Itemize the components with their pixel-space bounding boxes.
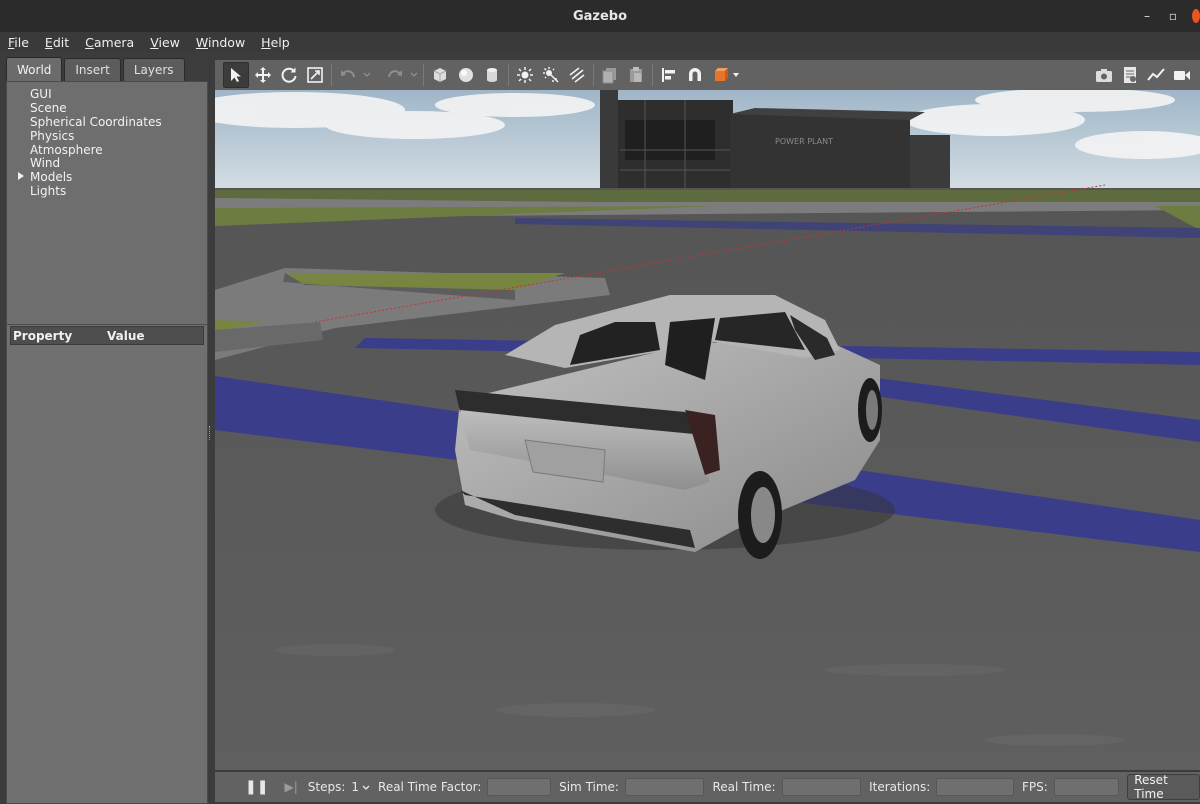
value-column-header: Value [107, 328, 145, 343]
copy-icon[interactable] [598, 63, 622, 87]
align-icon[interactable] [657, 63, 681, 87]
maximize-button[interactable]: ▫ [1160, 0, 1186, 32]
steps-dropdown-icon[interactable] [362, 780, 370, 794]
record-video-icon[interactable] [1170, 63, 1194, 87]
expand-arrow-icon[interactable] [18, 172, 24, 180]
tab-insert[interactable]: Insert [64, 58, 121, 81]
tab-world[interactable]: World [6, 57, 63, 82]
sphere-icon[interactable] [454, 63, 478, 87]
reset-time-button[interactable]: Reset Time [1127, 773, 1200, 801]
steps-value[interactable]: 1 [351, 780, 359, 794]
undo-history-dropdown-icon[interactable] [361, 63, 373, 87]
step-button[interactable]: ▶| [284, 780, 297, 794]
iterations-label: Iterations: [869, 780, 931, 794]
tree-item-spherical-coordinates[interactable]: Spherical Coordinates [30, 115, 162, 129]
tree-item-wind[interactable]: Wind [30, 156, 60, 170]
point-light-icon[interactable] [513, 63, 537, 87]
real-time-factor-field [487, 778, 552, 796]
close-button[interactable] [1186, 0, 1200, 32]
time-panel: ❚❚ ▶| Steps: 1 Real Time Factor: Sim Tim… [215, 772, 1200, 802]
menu-file-label: ile [14, 34, 29, 50]
toolbar-separator [423, 64, 424, 86]
redo-icon[interactable] [383, 63, 407, 87]
rotate-icon[interactable] [277, 63, 301, 87]
menu-view[interactable]: View [142, 35, 188, 50]
select-arrow-icon[interactable] [223, 62, 249, 88]
fps-field [1053, 778, 1120, 796]
directional-light-icon[interactable] [565, 63, 589, 87]
cylinder-icon[interactable] [480, 63, 504, 87]
sim-time-field [624, 778, 705, 796]
log-icon[interactable] [1118, 63, 1142, 87]
window-title: Gazebo [572, 8, 628, 24]
menu-help-label: elp [270, 34, 290, 50]
undo-icon[interactable] [336, 63, 360, 87]
menu-window[interactable]: Window [188, 35, 253, 50]
paste-icon[interactable] [624, 63, 648, 87]
left-panel: World Insert Layers GUI Scene Spherical … [6, 57, 208, 804]
property-panel [6, 323, 208, 804]
tree-item-gui[interactable]: GUI [30, 87, 52, 101]
pause-button[interactable]: ❚❚ [245, 779, 268, 795]
plot-icon[interactable] [1144, 63, 1168, 87]
toolbar-separator [331, 64, 332, 86]
real-time-field [781, 778, 862, 796]
screenshot-icon[interactable] [1092, 63, 1116, 87]
toolbar-separator [652, 64, 653, 86]
tree-item-scene[interactable]: Scene [30, 101, 67, 115]
spot-light-icon[interactable] [539, 63, 563, 87]
menu-window-label: indow [207, 34, 246, 50]
scene-render: POWER PLANT [215, 90, 1200, 770]
menu-view-label: iew [158, 34, 180, 50]
world-tree: GUI Scene Spherical Coordinates Physics … [6, 81, 208, 325]
tree-item-physics[interactable]: Physics [30, 129, 74, 143]
property-column-header: Property [13, 328, 73, 343]
toolbar [215, 60, 1200, 90]
menu-camera-label: amera [93, 34, 135, 50]
title-bar: Gazebo – ▫ [0, 0, 1200, 32]
property-table-header: Property Value [10, 326, 204, 345]
real-time-factor-label: Real Time Factor: [378, 780, 482, 794]
view-angle-dropdown-icon[interactable] [730, 63, 742, 87]
panel-splitter[interactable] [209, 426, 213, 440]
real-time-label: Real Time: [712, 780, 776, 794]
steps-label: Steps: [307, 780, 346, 794]
box-icon[interactable] [428, 63, 452, 87]
tree-item-lights[interactable]: Lights [30, 184, 66, 198]
fps-label: FPS: [1022, 780, 1048, 794]
tree-item-models[interactable]: Models [18, 170, 73, 184]
scale-icon[interactable] [303, 63, 327, 87]
tab-layers[interactable]: Layers [122, 58, 185, 81]
building-sign: POWER PLANT [775, 137, 833, 146]
menu-edit-label: dit [52, 34, 70, 50]
minimize-button[interactable]: – [1134, 0, 1160, 32]
toolbar-separator [593, 64, 594, 86]
menu-camera[interactable]: Camera [77, 35, 142, 50]
tree-item-models-label: Models [30, 170, 73, 184]
snap-icon[interactable] [683, 63, 707, 87]
left-panel-tabs: World Insert Layers [6, 57, 187, 82]
toolbar-separator [508, 64, 509, 86]
iterations-field [936, 778, 1015, 796]
3d-viewport[interactable]: POWER PLANT [215, 90, 1200, 770]
translate-icon[interactable] [251, 63, 275, 87]
close-icon [1192, 9, 1200, 23]
redo-history-dropdown-icon[interactable] [408, 63, 420, 87]
menu-help[interactable]: Help [253, 35, 298, 50]
menu-bar: File Edit Camera View Window Help [0, 32, 1200, 52]
window-controls: – ▫ [1134, 0, 1200, 32]
tree-item-atmosphere[interactable]: Atmosphere [30, 143, 103, 157]
menu-window-mnemonic: W [195, 34, 208, 50]
sim-time-label: Sim Time: [559, 780, 619, 794]
menu-help-mnemonic: H [261, 34, 271, 50]
menu-camera-mnemonic: C [85, 34, 94, 50]
menu-file[interactable]: File [0, 35, 37, 50]
menu-edit[interactable]: Edit [37, 35, 77, 50]
menu-edit-mnemonic: E [44, 34, 53, 50]
